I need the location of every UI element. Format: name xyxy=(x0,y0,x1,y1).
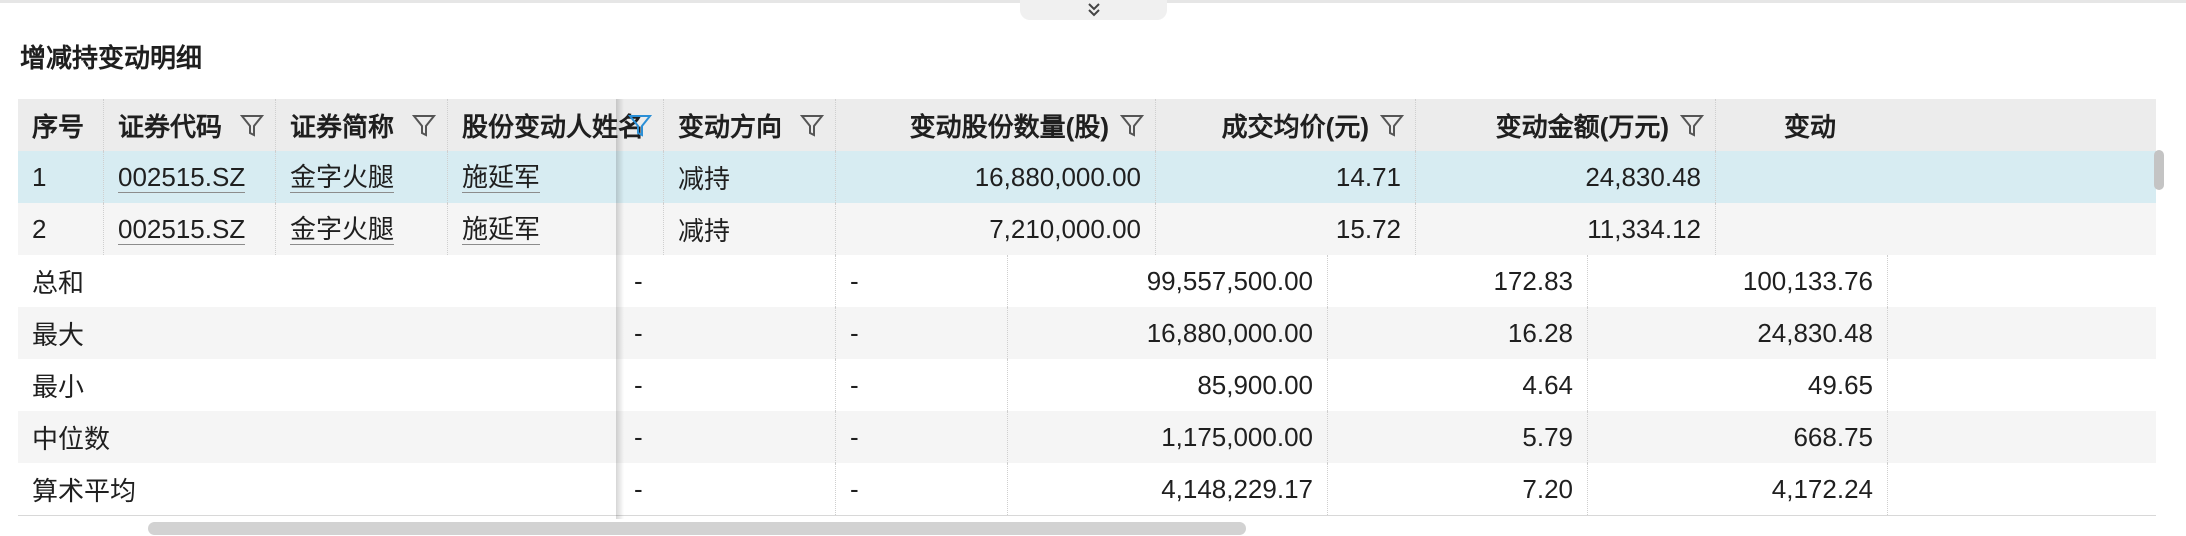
summary-direction: - xyxy=(836,359,1008,411)
cell-price: 15.72 xyxy=(1156,203,1416,255)
security-code-link[interactable]: 002515.SZ xyxy=(118,214,246,245)
cell-more xyxy=(1716,203,1836,255)
security-name-link[interactable]: 金字火腿 xyxy=(290,214,395,245)
horizontal-scrollbar[interactable] xyxy=(148,522,1246,535)
filter-icon[interactable] xyxy=(1679,112,1705,138)
filter-icon[interactable] xyxy=(239,112,265,138)
summary-more xyxy=(1888,359,2008,411)
cell-more xyxy=(1716,151,1836,203)
summary-amount: 4,172.24 xyxy=(1588,463,1888,515)
summary-direction: - xyxy=(836,307,1008,359)
summary-price: 4.64 xyxy=(1328,359,1588,411)
summary-shares: 16,880,000.00 xyxy=(1008,307,1328,359)
column-header-shares[interactable]: 变动股份数量(股) xyxy=(836,99,1156,151)
cell-code[interactable]: 002515.SZ xyxy=(104,151,276,203)
table-row[interactable]: 1 002515.SZ 金字火腿 施延军 减持 16,880,000.00 14… xyxy=(18,151,2156,203)
cell-amount: 24,830.48 xyxy=(1416,151,1716,203)
column-label: 序号 xyxy=(32,111,85,142)
cell-holder[interactable]: 施延军 xyxy=(448,151,664,203)
column-header-short-name[interactable]: 证券简称 xyxy=(276,99,448,151)
summary-shares: 85,900.00 xyxy=(1008,359,1328,411)
filter-icon[interactable] xyxy=(1379,112,1405,138)
summary-more xyxy=(1888,411,2008,463)
cell-code[interactable]: 002515.SZ xyxy=(104,203,276,255)
summary-label: 最小 xyxy=(32,371,85,402)
section-title: 增减持变动明细 xyxy=(20,43,203,73)
column-header-code[interactable]: 证券代码 xyxy=(104,99,276,151)
cell-seq: 2 xyxy=(18,203,104,255)
summary-row-sum: 总和 - - 99,557,500.00 172.83 100,133.76 xyxy=(18,255,2156,307)
column-label: 证券简称 xyxy=(290,111,395,142)
column-header-direction[interactable]: 变动方向 xyxy=(664,99,836,151)
column-label: 变动股份数量(股) xyxy=(909,111,1109,142)
summary-holder: - xyxy=(620,463,836,515)
security-name-link[interactable]: 金字火腿 xyxy=(290,162,395,193)
summary-shares: 1,175,000.00 xyxy=(1008,411,1328,463)
summary-amount: 49.65 xyxy=(1588,359,1888,411)
vertical-scrollbar[interactable] xyxy=(2154,150,2164,190)
summary-direction: - xyxy=(836,411,1008,463)
summary-more xyxy=(1888,463,2008,515)
column-label: 证券代码 xyxy=(118,111,223,142)
summary-holder: - xyxy=(620,359,836,411)
holding-change-table: 序号 证券代码 证券简称 股份变动人姓名 变动方向 变动股份数量(股) 成交均价… xyxy=(18,99,2156,519)
column-label: 变动金额(万元) xyxy=(1495,111,1669,142)
collapse-toggle[interactable] xyxy=(1020,0,1167,20)
holder-link[interactable]: 施延军 xyxy=(462,214,541,245)
column-label: 股份变动人姓名 xyxy=(462,111,645,142)
summary-price: 16.28 xyxy=(1328,307,1588,359)
filter-icon[interactable] xyxy=(799,112,825,138)
double-chevron-down-icon xyxy=(1087,3,1100,17)
security-code-link[interactable]: 002515.SZ xyxy=(118,162,246,193)
summary-holder: - xyxy=(620,307,836,359)
cell-shares: 16,880,000.00 xyxy=(836,151,1156,203)
summary-more xyxy=(1888,255,2008,307)
summary-price: 5.79 xyxy=(1328,411,1588,463)
cell-amount: 11,334.12 xyxy=(1416,203,1716,255)
cell-short-name[interactable]: 金字火腿 xyxy=(276,203,448,255)
column-header-price[interactable]: 成交均价(元) xyxy=(1156,99,1416,151)
summary-label: 最大 xyxy=(32,319,85,350)
column-header-holder[interactable]: 股份变动人姓名 xyxy=(448,99,664,151)
summary-holder: - xyxy=(620,255,836,307)
summary-price: 7.20 xyxy=(1328,463,1588,515)
column-header-amount[interactable]: 变动金额(万元) xyxy=(1416,99,1716,151)
summary-price: 172.83 xyxy=(1328,255,1588,307)
summary-shares: 4,148,229.17 xyxy=(1008,463,1328,515)
column-header-seq[interactable]: 序号 xyxy=(18,99,104,151)
table-row[interactable]: 2 002515.SZ 金字火腿 施延军 减持 7,210,000.00 15.… xyxy=(18,203,2156,256)
summary-label: 算术平均 xyxy=(32,475,137,506)
cell-price: 14.71 xyxy=(1156,151,1416,203)
summary-amount: 668.75 xyxy=(1588,411,1888,463)
summary-direction: - xyxy=(836,255,1008,307)
summary-row-min: 最小 - - 85,900.00 4.64 49.65 xyxy=(18,359,2156,411)
summary-direction: - xyxy=(836,463,1008,515)
column-label: 成交均价(元) xyxy=(1221,111,1369,142)
holder-link[interactable]: 施延军 xyxy=(462,162,541,193)
table-header: 序号 证券代码 证券简称 股份变动人姓名 变动方向 变动股份数量(股) 成交均价… xyxy=(18,99,2156,151)
column-label: 变动方向 xyxy=(678,111,783,142)
column-label: 变动 xyxy=(1783,111,1836,142)
cell-seq: 1 xyxy=(18,151,104,203)
summary-holder: - xyxy=(620,411,836,463)
summary-label: 总和 xyxy=(32,267,85,298)
summary-more xyxy=(1888,307,2008,359)
cell-shares: 7,210,000.00 xyxy=(836,203,1156,255)
cell-short-name[interactable]: 金字火腿 xyxy=(276,151,448,203)
cell-holder[interactable]: 施延军 xyxy=(448,203,664,255)
filter-icon[interactable] xyxy=(1119,112,1145,138)
summary-row-mean: 算术平均 - - 4,148,229.17 7.20 4,172.24 xyxy=(18,463,2156,516)
summary-amount: 100,133.76 xyxy=(1588,255,1888,307)
filter-active-icon[interactable] xyxy=(627,112,653,138)
filter-icon[interactable] xyxy=(411,112,437,138)
summary-label: 中位数 xyxy=(32,423,111,454)
cell-direction: 减持 xyxy=(664,151,836,203)
column-header-more[interactable]: 变动 xyxy=(1716,99,1836,151)
summary-row-median: 中位数 - - 1,175,000.00 5.79 668.75 xyxy=(18,411,2156,463)
summary-amount: 24,830.48 xyxy=(1588,307,1888,359)
summary-shares: 99,557,500.00 xyxy=(1008,255,1328,307)
cell-direction: 减持 xyxy=(664,203,836,255)
summary-row-max: 最大 - - 16,880,000.00 16.28 24,830.48 xyxy=(18,307,2156,359)
